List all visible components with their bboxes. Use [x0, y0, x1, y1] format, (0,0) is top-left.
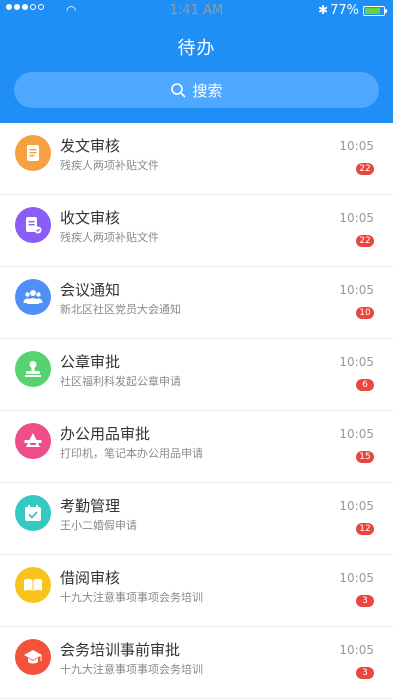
unread-badge: 6: [356, 379, 374, 391]
list-item[interactable]: 收文审核 残疾人两项补贴文件 10:05 22: [0, 195, 393, 267]
item-time: 10:05: [339, 355, 374, 369]
item-title: 发文审核: [60, 137, 121, 155]
document-icon: [15, 135, 51, 171]
item-title: 公章审批: [60, 353, 121, 371]
item-subtitle: 新北区社区党员大会通知: [60, 303, 181, 316]
bluetooth-icon: ✱: [317, 3, 328, 17]
item-title: 办公用品审批: [60, 425, 151, 443]
search-icon: [171, 83, 186, 98]
search-label: 搜索: [192, 81, 223, 100]
item-time: 10:05: [339, 427, 374, 441]
item-title: 收文审核: [60, 209, 121, 227]
list-item[interactable]: 公章审批 社区福利科发起公章申请 10:05 6: [0, 339, 393, 411]
item-time: 10:05: [339, 571, 374, 585]
list-item[interactable]: 会务培训事前审批 十九大注意事项事项会务培训 10:05 3: [0, 627, 393, 699]
item-time: 10:05: [339, 211, 374, 225]
item-subtitle: 十九大注意事项事项会务培训: [60, 663, 203, 676]
battery-icon: [363, 6, 387, 16]
people-icon: [15, 279, 51, 315]
item-time: 10:05: [339, 283, 374, 297]
page-title: 待办: [177, 38, 216, 59]
unread-badge: 22: [356, 163, 374, 175]
item-time: 10:05: [339, 643, 374, 657]
item-time: 10:05: [339, 499, 374, 513]
item-title: 会务培训事前审批: [60, 641, 181, 659]
list-item[interactable]: 会议通知 新北区社区党员大会通知 10:05 10: [0, 267, 393, 339]
item-title: 借阅审核: [60, 569, 121, 587]
unread-badge: 3: [356, 667, 374, 679]
list-item[interactable]: 借阅审核 十九大注意事项事项会务培训 10:05 3: [0, 555, 393, 627]
item-title: 会议通知: [60, 281, 121, 299]
book-icon: [15, 567, 51, 603]
calendar-check-icon: [15, 495, 51, 531]
item-time: 10:05: [339, 139, 374, 153]
unread-badge: 12: [356, 523, 374, 535]
item-subtitle: 打印机，笔记本办公用品申请: [60, 447, 203, 460]
graduation-cap-icon: [15, 639, 51, 675]
item-subtitle: 残疾人两项补贴文件: [60, 231, 159, 244]
header-bar: ◠ 1:41 AM ✱ 77% 待办 搜索: [0, 0, 393, 123]
item-subtitle: 十九大注意事项事项会务培训: [60, 591, 203, 604]
item-subtitle: 王小二婚假申请: [60, 519, 137, 532]
todo-list: 发文审核 残疾人两项补贴文件 10:05 22 收文审核 残疾人两项补贴文件 1…: [0, 123, 393, 699]
unread-badge: 22: [356, 235, 374, 247]
battery-percent: 77%: [330, 3, 359, 18]
list-item[interactable]: 发文审核 残疾人两项补贴文件 10:05 22: [0, 123, 393, 195]
item-subtitle: 社区福利科发起公章申请: [60, 375, 181, 388]
item-subtitle: 残疾人两项补贴文件: [60, 159, 159, 172]
document-check-icon: [15, 207, 51, 243]
list-item[interactable]: 考勤管理 王小二婚假申请 10:05 12: [0, 483, 393, 555]
unread-badge: 3: [356, 595, 374, 607]
search-bar[interactable]: 搜索: [14, 72, 379, 108]
status-bar: ◠ 1:41 AM ✱ 77%: [0, 0, 393, 22]
stamp-icon: [15, 351, 51, 387]
unread-badge: 15: [356, 451, 374, 463]
list-item[interactable]: 办公用品审批 打印机，笔记本办公用品申请 10:05 15: [0, 411, 393, 483]
item-title: 考勤管理: [60, 497, 121, 515]
office-supplies-icon: [15, 423, 51, 459]
unread-badge: 10: [356, 307, 374, 319]
